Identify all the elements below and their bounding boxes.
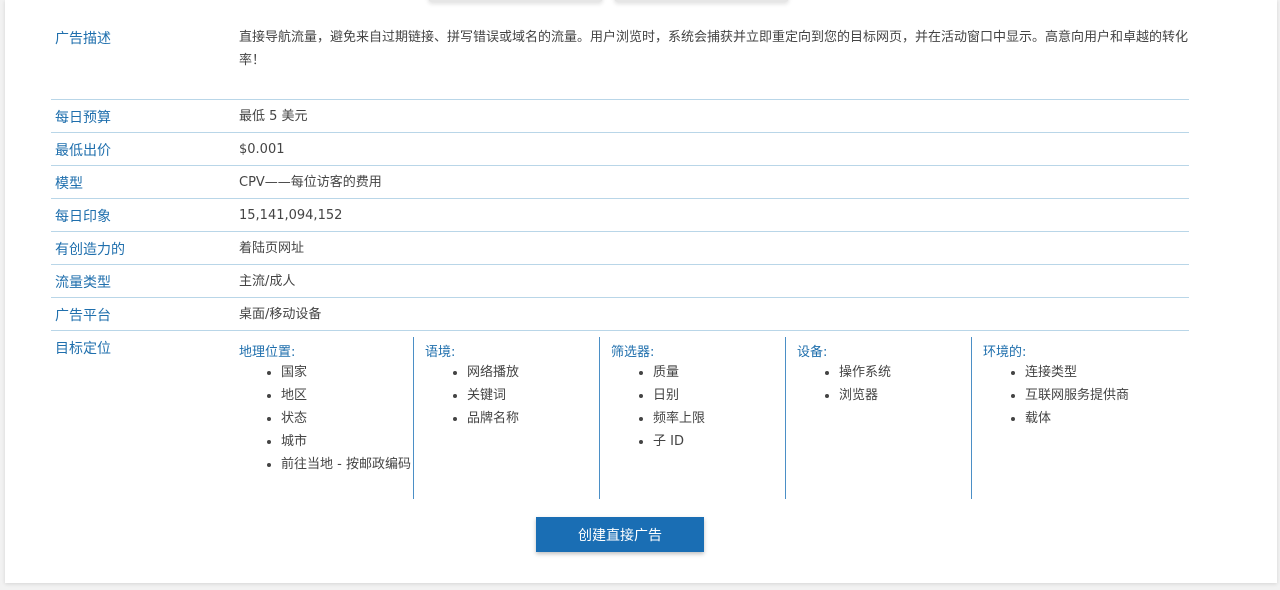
- row-label: 流量类型: [55, 275, 111, 291]
- row-daily-impressions: 每日印象 15,141,094,152: [51, 199, 1189, 232]
- row-daily-budget: 每日预算 最低 5 美元: [51, 100, 1189, 133]
- targeting-column-environment: 环境的: 连接类型 互联网服务提供商 载体: [971, 337, 1158, 499]
- list-item: 日别: [653, 384, 793, 407]
- row-label: 广告平台: [55, 308, 111, 324]
- row-ad-platform: 广告平台 桌面/移动设备: [51, 298, 1189, 331]
- list-item: 浏览器: [839, 384, 979, 407]
- create-direct-ad-button[interactable]: 创建直接广告: [536, 517, 704, 552]
- row-value: $0.001: [239, 142, 285, 157]
- row-value: CPV——每位访客的费用: [239, 175, 382, 190]
- row-label: 目标定位: [55, 341, 111, 357]
- targeting-column-devices: 设备: 操作系统 浏览器: [785, 337, 972, 499]
- row-value: 桌面/移动设备: [239, 307, 322, 322]
- list-item: 关键词: [467, 384, 607, 407]
- row-label: 模型: [55, 176, 83, 192]
- list-item: 质量: [653, 361, 793, 384]
- list-item: 品牌名称: [467, 407, 607, 430]
- list-item: 频率上限: [653, 407, 793, 430]
- targeting-column-context: 语境: 网络播放 关键词 品牌名称: [413, 337, 600, 499]
- column-list: 连接类型 互联网服务提供商 载体: [1011, 361, 1165, 430]
- column-title: 筛选器:: [611, 345, 655, 360]
- row-creative: 有创造力的 着陆页网址: [51, 232, 1189, 265]
- list-item: 子 ID: [653, 430, 793, 453]
- column-title: 设备:: [797, 345, 828, 360]
- row-label: 最低出价: [55, 143, 111, 159]
- list-item: 城市: [281, 430, 421, 453]
- row-value: 主流/成人: [239, 274, 296, 289]
- list-item: 连接类型: [1025, 361, 1165, 384]
- list-item: 状态: [281, 407, 421, 430]
- column-list: 操作系统 浏览器: [825, 361, 979, 407]
- targeting-column-geo: 地理位置: 国家 地区 状态 城市 前往当地 - 按邮政编码: [239, 337, 413, 499]
- column-list: 质量 日别 频率上限 子 ID: [639, 361, 793, 453]
- row-model: 模型 CPV——每位访客的费用: [51, 166, 1189, 199]
- ad-format-card: 广告描述 直接导航流量，避免来自过期链接、拼写错误或域名的流量。用户浏览时，系统…: [5, 0, 1277, 583]
- row-description: 广告描述 直接导航流量，避免来自过期链接、拼写错误或域名的流量。用户浏览时，系统…: [51, 0, 1189, 100]
- row-label: 有创造力的: [55, 242, 125, 258]
- row-label: 广告描述: [55, 31, 111, 47]
- column-list: 网络播放 关键词 品牌名称: [453, 361, 607, 430]
- row-value: 15,141,094,152: [239, 208, 343, 223]
- column-title: 语境:: [425, 345, 456, 360]
- list-item: 网络播放: [467, 361, 607, 384]
- list-item: 国家: [281, 361, 421, 384]
- row-value: 直接导航流量，避免来自过期链接、拼写错误或域名的流量。用户浏览时，系统会捕获并立…: [239, 30, 1189, 68]
- row-value: 着陆页网址: [239, 241, 305, 256]
- list-item: 互联网服务提供商: [1025, 384, 1165, 407]
- column-list: 国家 地区 状态 城市 前往当地 - 按邮政编码: [267, 361, 421, 476]
- row-min-bid: 最低出价 $0.001: [51, 133, 1189, 166]
- row-label: 每日印象: [55, 209, 111, 225]
- column-title: 环境的:: [983, 345, 1027, 360]
- column-title: 地理位置:: [239, 345, 296, 360]
- list-item: 前往当地 - 按邮政编码: [281, 453, 421, 476]
- row-traffic-type: 流量类型 主流/成人: [51, 265, 1189, 298]
- row-targeting: 目标定位 地理位置: 国家 地区 状态 城市 前往当地 - 按邮政编码 语境: …: [51, 331, 1189, 501]
- list-item: 载体: [1025, 407, 1165, 430]
- row-label: 每日预算: [55, 110, 111, 126]
- targeting-column-filters: 筛选器: 质量 日别 频率上限 子 ID: [599, 337, 786, 499]
- list-item: 地区: [281, 384, 421, 407]
- row-value: 最低 5 美元: [239, 109, 308, 124]
- list-item: 操作系统: [839, 361, 979, 384]
